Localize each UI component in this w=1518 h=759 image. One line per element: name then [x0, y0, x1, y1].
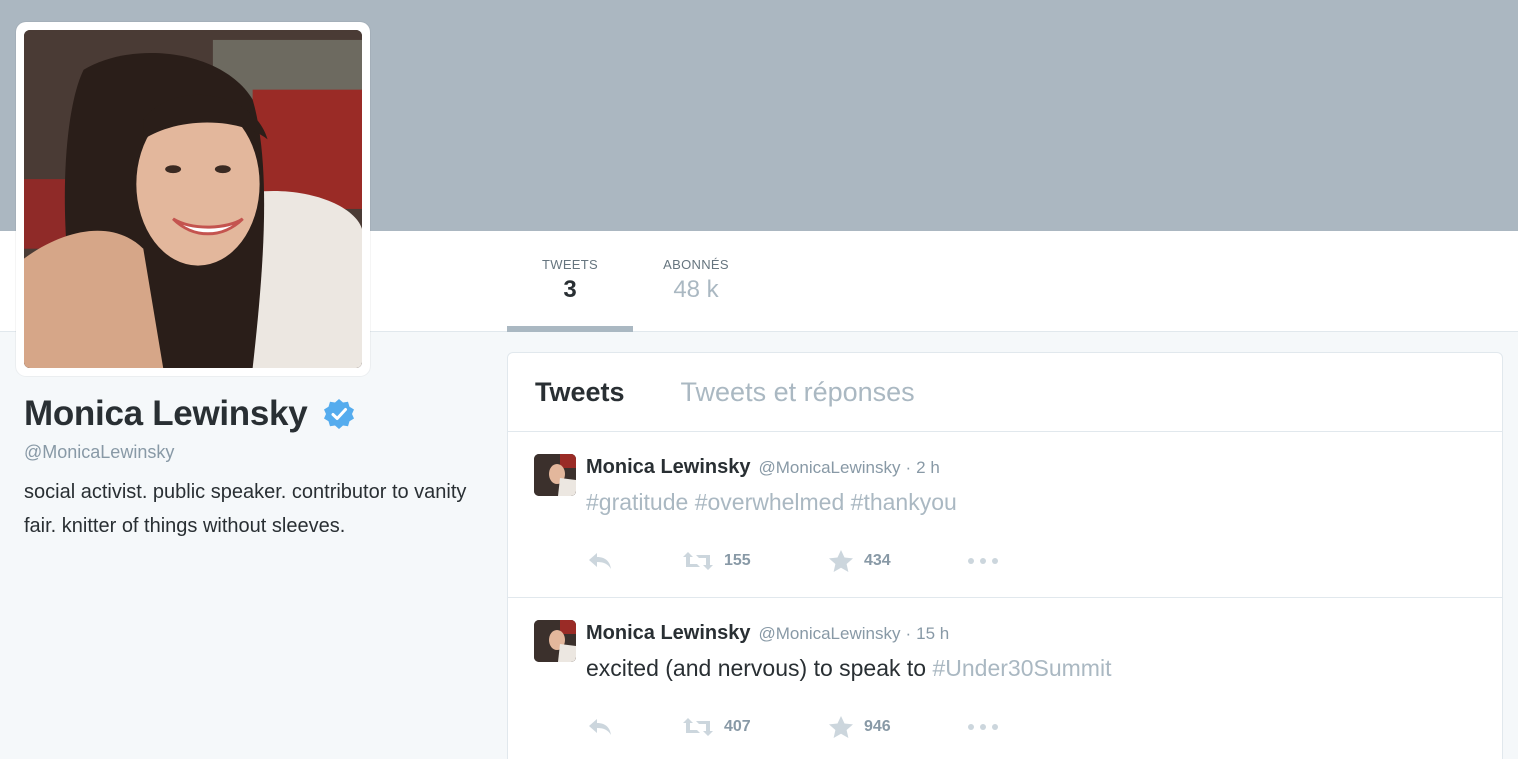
retweet-button[interactable]: 155 [682, 550, 828, 572]
tweet-item[interactable]: Monica Lewinsky @MonicaLewinsky · 2 h #g… [508, 432, 1502, 598]
favorite-star-icon [829, 716, 853, 738]
tweet-avatar[interactable] [534, 454, 576, 496]
tweet-header: Monica Lewinsky @MonicaLewinsky · 15 h [586, 622, 1466, 645]
tweet-actions: 155 434 [586, 546, 1466, 576]
favorite-button[interactable]: 946 [828, 715, 966, 739]
favorite-star-icon [829, 550, 853, 572]
reply-button[interactable] [586, 550, 682, 572]
retweet-button[interactable]: 407 [682, 716, 828, 738]
tweet-separator: · [905, 624, 912, 643]
tweet-body: Monica Lewinsky @MonicaLewinsky · 15 h e… [586, 622, 1466, 742]
tweet-handle[interactable]: @MonicaLewinsky [759, 458, 901, 478]
tab-tweets[interactable]: Tweets [535, 377, 625, 408]
tweet-text-plain: excited (and nervous) to speak to [586, 655, 933, 681]
profile-card: Monica Lewinsky @MonicaLewinsky social a… [24, 394, 474, 543]
tweet-text: excited (and nervous) to speak to #Under… [586, 655, 1466, 682]
profile-stats: TWEETS 3 ABONNÉS 48 k [507, 231, 759, 332]
reply-icon [589, 553, 611, 569]
profile-bio: social activist. public speaker. contrib… [24, 481, 467, 537]
retweet-icon [683, 552, 713, 570]
stat-tweets[interactable]: TWEETS 3 [507, 231, 633, 332]
tweet-hashtags[interactable]: #Under30Summit [932, 655, 1111, 681]
more-button[interactable] [966, 722, 1000, 732]
tweet-author[interactable]: Monica Lewinsky [586, 456, 751, 479]
stat-followers[interactable]: ABONNÉS 48 k [633, 231, 759, 332]
retweet-count: 407 [724, 718, 751, 735]
favorite-count: 434 [864, 552, 891, 569]
tweet-time[interactable]: 2 h [916, 458, 940, 478]
tab-tweets-and-replies[interactable]: Tweets et réponses [681, 377, 915, 408]
more-icon [968, 558, 998, 564]
retweet-icon [683, 718, 713, 736]
tweet-body: Monica Lewinsky @MonicaLewinsky · 2 h #g… [586, 456, 1466, 576]
tweet-text: #gratitude #overwhelmed #thankyou [586, 489, 1466, 516]
favorite-count: 946 [864, 718, 891, 735]
tweet-avatar[interactable] [534, 620, 576, 662]
favorite-button[interactable]: 434 [828, 549, 966, 573]
tweet-handle[interactable]: @MonicaLewinsky [759, 624, 901, 644]
tweet-header: Monica Lewinsky @MonicaLewinsky · 2 h [586, 456, 1466, 479]
tweet-time[interactable]: 15 h [916, 624, 949, 644]
tweet-actions: 407 946 [586, 712, 1466, 742]
verified-icon [323, 398, 355, 430]
retweet-count: 155 [724, 552, 751, 569]
profile-avatar[interactable] [16, 22, 370, 376]
reply-icon [589, 719, 611, 735]
profile-name[interactable]: Monica Lewinsky [24, 394, 308, 434]
profile-handle[interactable]: @MonicaLewinsky [24, 442, 474, 463]
more-button[interactable] [966, 556, 1000, 566]
profile-name-row: Monica Lewinsky [24, 394, 474, 434]
tweet-item[interactable]: Monica Lewinsky @MonicaLewinsky · 15 h e… [508, 598, 1502, 759]
stat-tweets-label: TWEETS [542, 257, 598, 272]
reply-button[interactable] [586, 716, 682, 738]
tweet-stream: Tweets Tweets et réponses Monica Lewinsk… [507, 352, 1503, 759]
stat-tweets-value: 3 [563, 276, 577, 303]
profile-photo [24, 30, 362, 368]
more-icon [968, 724, 998, 730]
tweet-author[interactable]: Monica Lewinsky [586, 622, 751, 645]
stream-tabs: Tweets Tweets et réponses [508, 353, 1502, 432]
tweet-separator: · [905, 458, 912, 477]
stat-followers-label: ABONNÉS [663, 257, 729, 272]
stat-followers-value: 48 k [673, 276, 719, 303]
tweet-hashtags[interactable]: #gratitude #overwhelmed #thankyou [586, 489, 957, 515]
